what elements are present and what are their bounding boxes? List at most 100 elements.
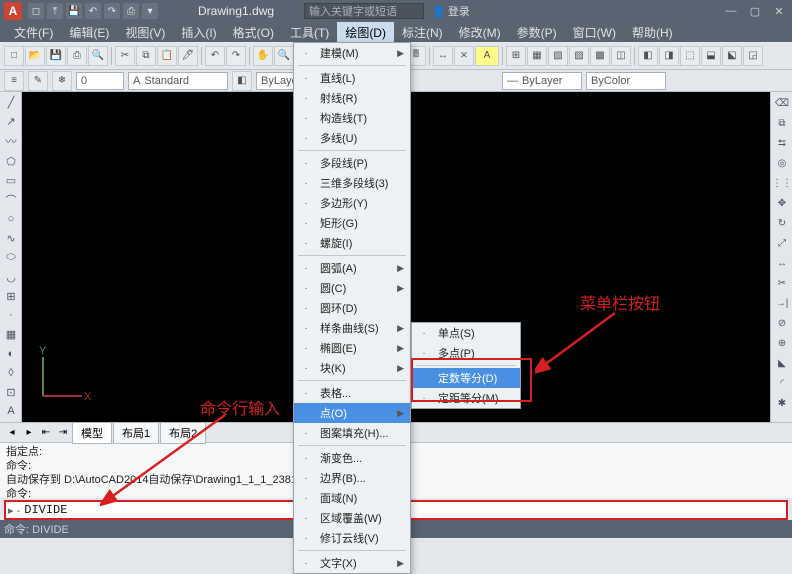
ellipse-arc-icon[interactable]: ◡ <box>2 268 20 285</box>
menu-item[interactable]: ·点(O)▶ <box>294 403 410 423</box>
stretch-icon[interactable]: ↔ <box>773 254 791 272</box>
tb-misc11-icon[interactable]: ⬕ <box>722 46 742 66</box>
tab-layout2[interactable]: 布局2 <box>160 422 206 444</box>
tb-save-icon[interactable]: 💾 <box>46 46 66 66</box>
tb-zoom-icon[interactable]: 🔍 <box>274 46 294 66</box>
menu-item[interactable]: ·面域(N) <box>294 488 410 508</box>
extend-icon[interactable]: →| <box>773 294 791 312</box>
menu-item[interactable]: ·渐变色... <box>294 448 410 468</box>
tb-match-icon[interactable]: 🖊 <box>178 46 198 66</box>
tb-pan-icon[interactable]: ✋ <box>253 46 273 66</box>
qat-more-icon[interactable]: ▾ <box>142 3 158 19</box>
tab-first-icon[interactable]: ⇤ <box>38 425 54 441</box>
tb-misc5-icon[interactable]: ▩ <box>590 46 610 66</box>
tb-misc8-icon[interactable]: ◨ <box>659 46 679 66</box>
point-icon[interactable]: · <box>2 307 20 324</box>
tb-dim2-icon[interactable]: ⨯ <box>454 46 474 66</box>
circle-icon[interactable]: ○ <box>2 211 20 228</box>
menu-item[interactable]: ·多线(U) <box>294 128 410 148</box>
menu-item[interactable]: 修改(M) <box>451 22 509 43</box>
copy-obj-icon[interactable]: ⧉ <box>773 114 791 132</box>
tb-misc6-icon[interactable]: ◫ <box>611 46 631 66</box>
tb-dim-icon[interactable]: ↔ <box>433 46 453 66</box>
search-input[interactable]: 输入关键字或短语 <box>304 3 424 19</box>
tb-copy-icon[interactable]: ⧉ <box>136 46 156 66</box>
tb-cut-icon[interactable]: ✂ <box>115 46 135 66</box>
tab-last-icon[interactable]: ⇥ <box>55 425 71 441</box>
tab-layout1[interactable]: 布局1 <box>113 422 159 444</box>
gradient-icon[interactable]: ◐ <box>2 345 20 362</box>
region-icon[interactable]: ◊ <box>2 364 20 381</box>
text-icon[interactable]: A <box>2 403 20 420</box>
menu-item[interactable]: ·样条曲线(S)▶ <box>294 318 410 338</box>
menu-item[interactable]: 标注(N) <box>394 22 451 43</box>
array-icon[interactable]: ⋮⋮ <box>773 174 791 192</box>
menu-item[interactable]: ·圆弧(A)▶ <box>294 258 410 278</box>
close-icon[interactable]: ✕ <box>770 4 788 18</box>
tab-next-icon[interactable]: ▸ <box>21 425 37 441</box>
menu-item[interactable]: ·文字(X)▶ <box>294 553 410 573</box>
pline-icon[interactable]: 〰 <box>2 132 20 150</box>
offset-icon[interactable]: ◎ <box>773 154 791 172</box>
scale-icon[interactable]: ⤢ <box>773 234 791 252</box>
menu-item[interactable]: ·图案填充(H)... <box>294 423 410 443</box>
qat-new-icon[interactable]: ◻ <box>28 3 44 19</box>
menu-item[interactable]: ·直线(L) <box>294 68 410 88</box>
rotate-icon[interactable]: ↻ <box>773 214 791 232</box>
tb-style-icon[interactable]: A <box>475 46 499 66</box>
plotstyle-select[interactable]: ByColor <box>586 72 666 90</box>
qat-redo-icon[interactable]: ↷ <box>104 3 120 19</box>
menu-item[interactable]: ·椭圆(E)▶ <box>294 338 410 358</box>
spline-icon[interactable]: ∿ <box>2 230 20 247</box>
tb-undo-icon[interactable]: ↶ <box>205 46 225 66</box>
menu-item[interactable]: 帮助(H) <box>624 22 681 43</box>
arc-icon[interactable]: ⌒ <box>2 191 20 209</box>
submenu-item[interactable]: ·单点(S) <box>412 323 520 343</box>
menu-item[interactable]: ·多段线(P) <box>294 153 410 173</box>
hatch-icon[interactable]: ▦ <box>2 326 20 343</box>
menu-item[interactable]: 绘图(D) <box>337 22 394 43</box>
menu-item[interactable]: ·螺旋(I) <box>294 233 410 253</box>
qat-open-icon[interactable]: ⤒ <box>47 3 63 19</box>
tb-misc7-icon[interactable]: ◧ <box>638 46 658 66</box>
erase-icon[interactable]: ⌫ <box>773 94 791 112</box>
chamfer-icon[interactable]: ◣ <box>773 354 791 372</box>
minimize-icon[interactable]: — <box>722 4 740 18</box>
tab-prev-icon[interactable]: ◂ <box>4 425 20 441</box>
ray-icon[interactable]: ↗ <box>2 113 20 130</box>
break-icon[interactable]: ⊘ <box>773 314 791 332</box>
tb-misc10-icon[interactable]: ⬓ <box>701 46 721 66</box>
mirror-icon[interactable]: ⮀ <box>773 134 791 152</box>
line-icon[interactable]: ╱ <box>2 94 20 111</box>
menu-item[interactable]: ·构造线(T) <box>294 108 410 128</box>
tb-misc1-icon[interactable]: ⊞ <box>506 46 526 66</box>
color-icon[interactable]: ◧ <box>232 71 252 91</box>
menu-item[interactable]: 插入(I) <box>173 22 224 43</box>
layer-state-icon[interactable]: ✎ <box>28 71 48 91</box>
tb-misc3-icon[interactable]: ▧ <box>548 46 568 66</box>
tb-open-icon[interactable]: 📂 <box>25 46 45 66</box>
qat-save-icon[interactable]: 💾 <box>66 3 82 19</box>
join-icon[interactable]: ⊕ <box>773 334 791 352</box>
menu-item[interactable]: ·区域覆盖(W) <box>294 508 410 528</box>
tb-misc9-icon[interactable]: ⬚ <box>680 46 700 66</box>
menu-item[interactable]: ·建模(M)▶ <box>294 43 410 63</box>
layer-number[interactable]: 0 <box>76 72 124 90</box>
qat-print-icon[interactable]: ⎙ <box>123 3 139 19</box>
menu-item[interactable]: ·射线(R) <box>294 88 410 108</box>
layer-filter-icon[interactable]: ❄ <box>52 71 72 91</box>
tb-misc2-icon[interactable]: ▦ <box>527 46 547 66</box>
tb-misc12-icon[interactable]: ◲ <box>743 46 763 66</box>
tb-redo-icon[interactable]: ↷ <box>226 46 246 66</box>
tb-paste-icon[interactable]: 📋 <box>157 46 177 66</box>
menu-item[interactable]: ·块(K)▶ <box>294 358 410 378</box>
menu-item[interactable]: 文件(F) <box>6 22 61 43</box>
table-icon[interactable]: ⊡ <box>2 384 20 401</box>
menu-item[interactable]: ·边界(B)... <box>294 468 410 488</box>
fillet-icon[interactable]: ◜ <box>773 374 791 392</box>
move-icon[interactable]: ✥ <box>773 194 791 212</box>
rect-icon[interactable]: ▭ <box>2 172 20 189</box>
menu-item[interactable]: 参数(P) <box>509 22 565 43</box>
text-style-select[interactable]: A Standard <box>128 72 228 90</box>
menu-item[interactable]: ·圆环(D) <box>294 298 410 318</box>
